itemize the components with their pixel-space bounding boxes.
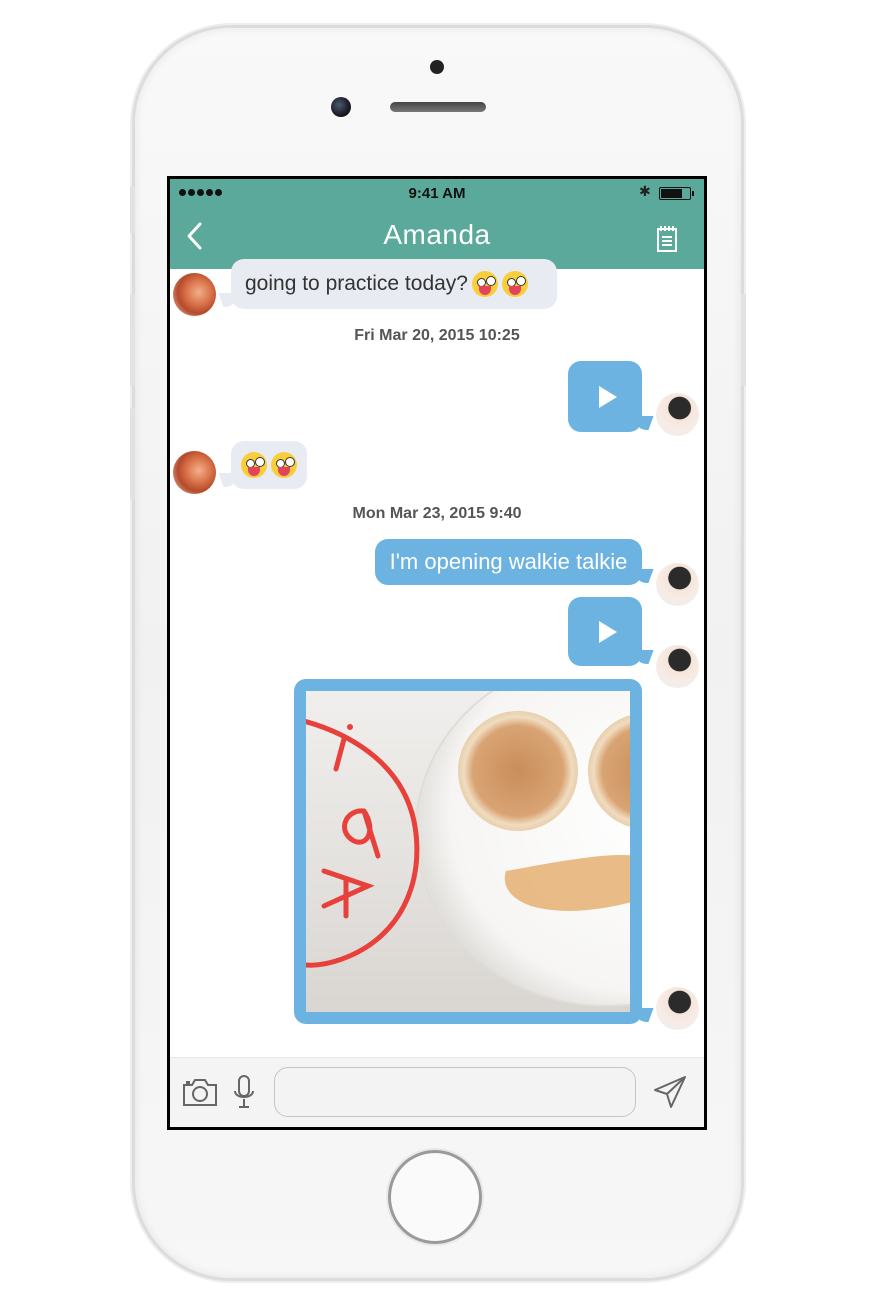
message-text: going to practice today?	[245, 272, 468, 295]
photo-image	[306, 691, 630, 1012]
front-camera	[331, 97, 351, 117]
avatar[interactable]	[656, 645, 699, 688]
app-screen: 9:41 AM ✱ Amanda going to practice today…	[170, 179, 704, 1127]
microphone-icon	[234, 1075, 254, 1108]
avatar[interactable]	[173, 273, 216, 316]
proximity-sensor	[430, 60, 444, 74]
status-bar: 9:41 AM ✱	[170, 179, 704, 206]
avatar[interactable]	[173, 451, 216, 494]
conversation-title: Amanda	[383, 219, 491, 250]
send-button[interactable]	[652, 1074, 688, 1110]
avatar[interactable]	[656, 987, 699, 1030]
camera-button[interactable]	[182, 1076, 218, 1108]
screen: 9:41 AM ✱ Amanda going to practice today…	[167, 176, 707, 1130]
avatar[interactable]	[656, 393, 699, 436]
notes-icon	[657, 226, 677, 252]
volume-down-button	[130, 408, 135, 500]
earpiece-speaker	[390, 102, 486, 112]
play-icon[interactable]	[599, 385, 617, 408]
avatar[interactable]	[656, 563, 699, 606]
notes-button[interactable]	[650, 221, 684, 255]
crazy-face-emoji-icon	[471, 271, 498, 297]
message-input[interactable]	[274, 1067, 636, 1117]
bluetooth-icon: ✱	[639, 183, 651, 199]
message-bubble-incoming[interactable]	[231, 441, 307, 489]
camera-icon	[183, 1079, 217, 1106]
timestamp: Fri Mar 20, 2015 10:25	[354, 327, 520, 344]
mute-switch	[130, 186, 135, 234]
microphone-button[interactable]	[232, 1074, 256, 1110]
message-bubble-incoming[interactable]: going to practice today?	[231, 259, 557, 309]
battery-icon	[659, 187, 694, 200]
status-time: 9:41 AM	[408, 185, 466, 202]
voice-message-bubble[interactable]	[568, 361, 642, 432]
crazy-face-emoji-icon	[271, 452, 297, 478]
voice-message-bubble[interactable]	[568, 597, 642, 666]
home-button[interactable]	[388, 1150, 482, 1244]
crazy-face-emoji-icon	[501, 271, 528, 297]
pancake-photo[interactable]	[306, 691, 630, 1012]
volume-up-button	[130, 294, 135, 386]
send-icon	[654, 1076, 686, 1108]
power-button	[741, 294, 746, 386]
crazy-face-emoji-icon	[241, 452, 267, 478]
message-list[interactable]: going to practice today? Fri Mar 20, 201…	[170, 259, 704, 1057]
play-icon[interactable]	[599, 620, 617, 643]
input-bar	[170, 1057, 704, 1127]
message-text: I'm opening walkie talkie	[389, 549, 628, 574]
image-message-bubble[interactable]	[294, 679, 642, 1024]
message-bubble-outgoing[interactable]: I'm opening walkie talkie	[375, 539, 642, 585]
timestamp: Mon Mar 23, 2015 9:40	[352, 505, 522, 522]
